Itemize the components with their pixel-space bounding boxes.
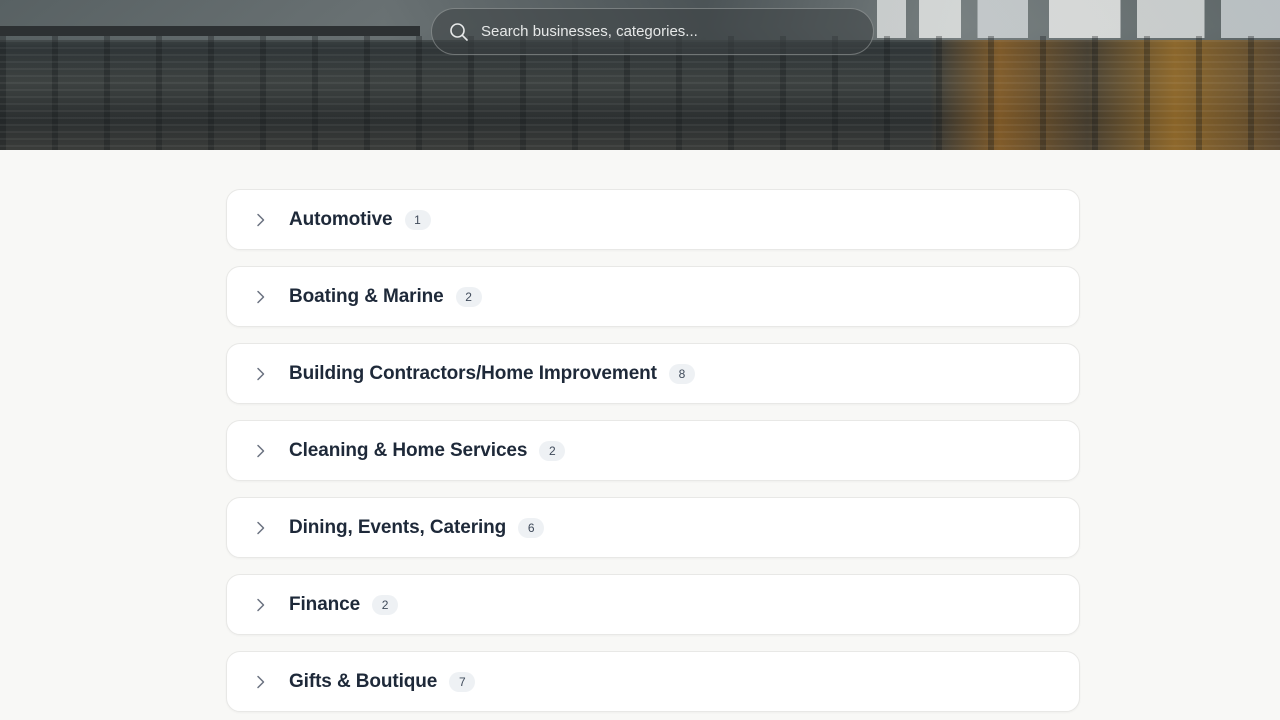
- hero-dock: [0, 26, 420, 36]
- chevron-right-icon: [254, 213, 268, 227]
- category-title: Building Contractors/Home Improvement: [289, 362, 657, 384]
- chevron-right-icon: [254, 444, 268, 458]
- category-count-badge: 2: [455, 286, 482, 307]
- category-item-cleaning-home-services[interactable]: Cleaning & Home Services 2: [226, 420, 1080, 481]
- chevron-right-icon: [254, 290, 268, 304]
- hero-water: [0, 40, 1280, 150]
- category-title: Finance: [289, 593, 361, 615]
- category-item-dining-events-catering[interactable]: Dining, Events, Catering 6: [226, 497, 1080, 558]
- chevron-right-icon: [254, 521, 268, 535]
- category-title: Boating & Marine: [289, 285, 444, 307]
- category-item-automotive[interactable]: Automotive 1: [226, 189, 1080, 250]
- category-item-finance[interactable]: Finance 2: [226, 574, 1080, 635]
- category-item-building-contractors[interactable]: Building Contractors/Home Improvement 8: [226, 343, 1080, 404]
- category-count-badge: 6: [518, 517, 545, 538]
- search-bar[interactable]: [431, 8, 874, 55]
- search-input[interactable]: [481, 9, 873, 54]
- category-count-badge: 7: [449, 671, 476, 692]
- category-count-badge: 1: [404, 209, 431, 230]
- category-title: Automotive: [289, 208, 393, 230]
- search-icon: [449, 22, 469, 42]
- category-item-gifts-boutique[interactable]: Gifts & Boutique 7: [226, 651, 1080, 712]
- category-count-badge: 8: [668, 363, 695, 384]
- chevron-right-icon: [254, 367, 268, 381]
- category-count-badge: 2: [539, 440, 566, 461]
- hero-banner: [0, 0, 1280, 150]
- category-count-badge: 2: [372, 594, 399, 615]
- category-title: Cleaning & Home Services: [289, 439, 528, 461]
- chevron-right-icon: [254, 675, 268, 689]
- category-list: Automotive 1 Boating & Marine 2 Building…: [226, 189, 1080, 712]
- chevron-right-icon: [254, 598, 268, 612]
- hero-boats: [860, 0, 1280, 38]
- category-title: Gifts & Boutique: [289, 670, 438, 692]
- category-title: Dining, Events, Catering: [289, 516, 507, 538]
- category-item-boating-marine[interactable]: Boating & Marine 2: [226, 266, 1080, 327]
